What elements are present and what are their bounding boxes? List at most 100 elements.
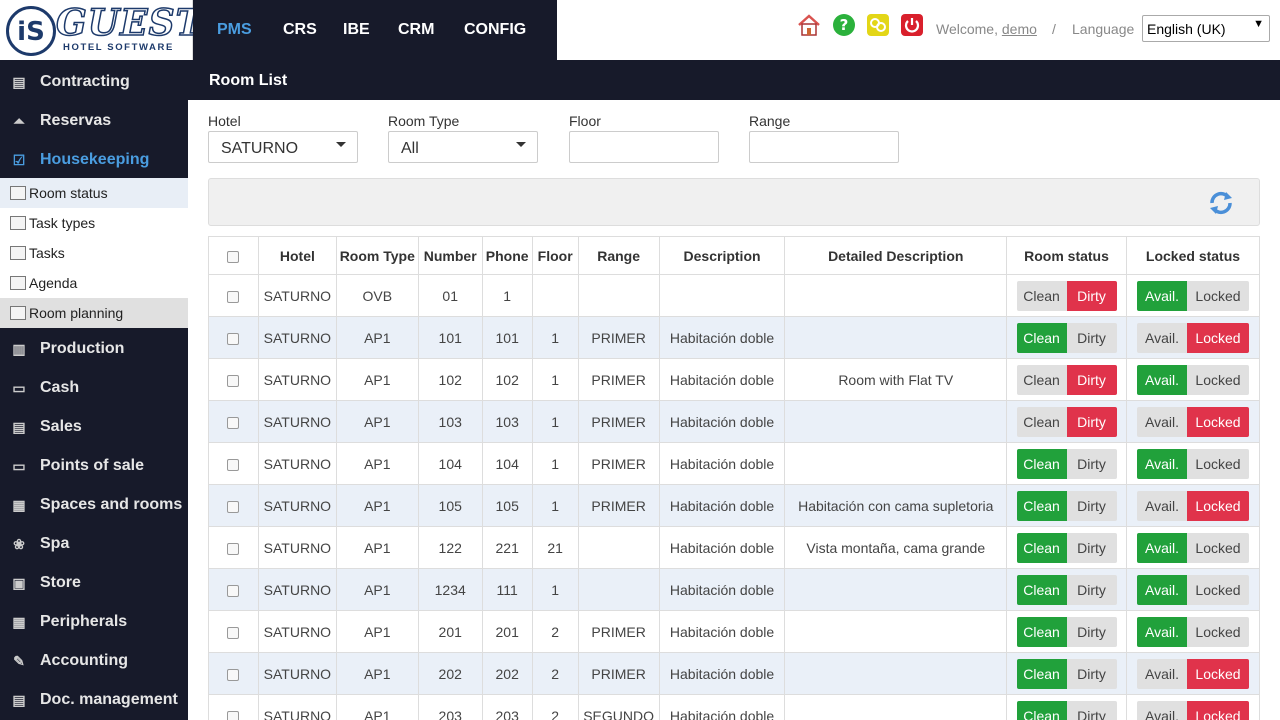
- floor-input[interactable]: [569, 131, 719, 163]
- avail-button[interactable]: Avail.: [1136, 322, 1187, 353]
- header-description[interactable]: Description: [658, 236, 786, 275]
- help-icon[interactable]: ?: [832, 13, 856, 37]
- table-row[interactable]: SATURNO AP1 102 102 1 PRIMER Habitación doble R…: [208, 358, 1261, 401]
- clean-button[interactable]: Clean: [1016, 658, 1067, 689]
- dirty-button[interactable]: Dirty: [1066, 574, 1117, 605]
- avail-button[interactable]: Avail.: [1136, 280, 1187, 311]
- table-row[interactable]: SATURNO AP1 1234 111 1 Habitación doble Clean D…: [208, 568, 1261, 611]
- sidebar-subitem-agenda[interactable]: Agenda: [0, 268, 188, 298]
- power-icon[interactable]: [900, 13, 924, 37]
- nav-crs[interactable]: CRS: [283, 21, 317, 39]
- clean-button[interactable]: Clean: [1016, 280, 1067, 311]
- row-checkbox[interactable]: [227, 458, 240, 471]
- locked-button[interactable]: Locked: [1186, 448, 1249, 479]
- locked-button[interactable]: Locked: [1186, 364, 1249, 395]
- avail-button[interactable]: Avail.: [1136, 364, 1187, 395]
- sidebar-subitem-room-planning[interactable]: Room planning: [0, 298, 188, 328]
- sidebar-item-reservas[interactable]: ⏶ Reservas: [0, 101, 188, 140]
- dirty-button[interactable]: Dirty: [1066, 490, 1117, 521]
- locked-button[interactable]: Locked: [1186, 280, 1249, 311]
- nav-crm[interactable]: CRM: [398, 21, 434, 39]
- sidebar-item-sales[interactable]: ▤ Sales: [0, 407, 188, 446]
- user-link[interactable]: demo: [1002, 21, 1037, 37]
- avail-button[interactable]: Avail.: [1136, 532, 1187, 563]
- clean-button[interactable]: Clean: [1016, 574, 1067, 605]
- dirty-button[interactable]: Dirty: [1066, 616, 1117, 647]
- locked-button[interactable]: Locked: [1186, 658, 1249, 689]
- row-checkbox[interactable]: [227, 542, 240, 555]
- logo[interactable]: iS GUEST HOTEL SOFTWARE: [0, 0, 203, 60]
- header-range[interactable]: Range: [577, 236, 660, 275]
- header-detailed-description[interactable]: Detailed Description: [784, 236, 1008, 275]
- language-select[interactable]: English (UK) ▼: [1142, 15, 1270, 42]
- avail-button[interactable]: Avail.: [1136, 490, 1187, 521]
- header-phone[interactable]: Phone: [481, 236, 533, 275]
- sidebar-item-cash[interactable]: ▭ Cash: [0, 368, 188, 407]
- dirty-button[interactable]: Dirty: [1066, 364, 1117, 395]
- header-hotel[interactable]: Hotel: [257, 236, 337, 275]
- locked-button[interactable]: Locked: [1186, 406, 1249, 437]
- sidebar-item-points-of-sale[interactable]: ▭ Points of sale: [0, 446, 188, 485]
- link-icon[interactable]: [866, 13, 890, 37]
- table-row[interactable]: SATURNO AP1 201 201 2 PRIMER Habitación doble C…: [208, 610, 1261, 653]
- row-checkbox[interactable]: [227, 290, 240, 303]
- sidebar-item-spaces-and-rooms[interactable]: ▦ Spaces and rooms: [0, 485, 188, 524]
- table-row[interactable]: SATURNO AP1 202 202 2 PRIMER Habitación doble C…: [208, 652, 1261, 695]
- clean-button[interactable]: Clean: [1016, 532, 1067, 563]
- sidebar-subitem-room-status[interactable]: Room status: [0, 178, 188, 208]
- locked-button[interactable]: Locked: [1186, 574, 1249, 605]
- table-row[interactable]: SATURNO OVB 01 1 Clean Dirty Avail. Locked: [208, 274, 1261, 317]
- sidebar-subitem-task-types[interactable]: Task types: [0, 208, 188, 238]
- locked-button[interactable]: Locked: [1186, 490, 1249, 521]
- sidebar-item-production[interactable]: ▥ Production: [0, 329, 188, 368]
- hotel-select[interactable]: SATURNO: [208, 131, 358, 163]
- clean-button[interactable]: Clean: [1016, 616, 1067, 647]
- row-checkbox[interactable]: [227, 500, 240, 513]
- sidebar-subitem-tasks[interactable]: Tasks: [0, 238, 188, 268]
- dirty-button[interactable]: Dirty: [1066, 280, 1117, 311]
- dirty-button[interactable]: Dirty: [1066, 406, 1117, 437]
- dirty-button[interactable]: Dirty: [1066, 658, 1117, 689]
- nav-ibe[interactable]: IBE: [343, 21, 370, 39]
- table-row[interactable]: SATURNO AP1 105 105 1 PRIMER Habitación doble H…: [208, 484, 1261, 527]
- row-checkbox[interactable]: [227, 584, 240, 597]
- sidebar-item-housekeeping[interactable]: ☑ Housekeeping: [0, 140, 188, 179]
- clean-button[interactable]: Clean: [1016, 490, 1067, 521]
- nav-pms[interactable]: PMS: [217, 21, 252, 39]
- avail-button[interactable]: Avail.: [1136, 700, 1187, 720]
- refresh-icon[interactable]: [1207, 189, 1235, 217]
- row-checkbox[interactable]: [227, 710, 240, 720]
- row-checkbox[interactable]: [227, 626, 240, 639]
- row-checkbox[interactable]: [227, 668, 240, 681]
- table-row[interactable]: SATURNO AP1 104 104 1 PRIMER Habitación doble C…: [208, 442, 1261, 485]
- header-floor[interactable]: Floor: [531, 236, 579, 275]
- dirty-button[interactable]: Dirty: [1066, 532, 1117, 563]
- locked-button[interactable]: Locked: [1186, 322, 1249, 353]
- avail-button[interactable]: Avail.: [1136, 616, 1187, 647]
- avail-button[interactable]: Avail.: [1136, 406, 1187, 437]
- sidebar-item-peripherals[interactable]: ▦ Peripherals: [0, 602, 188, 641]
- locked-button[interactable]: Locked: [1186, 616, 1249, 647]
- avail-button[interactable]: Avail.: [1136, 448, 1187, 479]
- avail-button[interactable]: Avail.: [1136, 658, 1187, 689]
- row-checkbox[interactable]: [227, 416, 240, 429]
- clean-button[interactable]: Clean: [1016, 406, 1067, 437]
- room-type-select[interactable]: All: [388, 131, 538, 163]
- sidebar-item-contracting[interactable]: ▤ Contracting: [0, 62, 188, 101]
- clean-button[interactable]: Clean: [1016, 322, 1067, 353]
- avail-button[interactable]: Avail.: [1136, 574, 1187, 605]
- row-checkbox[interactable]: [227, 332, 240, 345]
- clean-button[interactable]: Clean: [1016, 448, 1067, 479]
- header-room-type[interactable]: Room Type: [335, 236, 419, 275]
- header-locked-status[interactable]: Locked status: [1125, 236, 1261, 275]
- dirty-button[interactable]: Dirty: [1066, 322, 1117, 353]
- sidebar-item-store[interactable]: ▣ Store: [0, 563, 188, 602]
- row-checkbox[interactable]: [227, 374, 240, 387]
- sidebar-item-doc-management[interactable]: ▤ Doc. management: [0, 680, 188, 719]
- nav-config[interactable]: CONFIG: [464, 21, 526, 39]
- table-row[interactable]: SATURNO AP1 101 101 1 PRIMER Habitación doble C…: [208, 316, 1261, 359]
- range-input[interactable]: [749, 131, 899, 163]
- header-number[interactable]: Number: [417, 236, 483, 275]
- locked-button[interactable]: Locked: [1186, 532, 1249, 563]
- dirty-button[interactable]: Dirty: [1066, 700, 1117, 720]
